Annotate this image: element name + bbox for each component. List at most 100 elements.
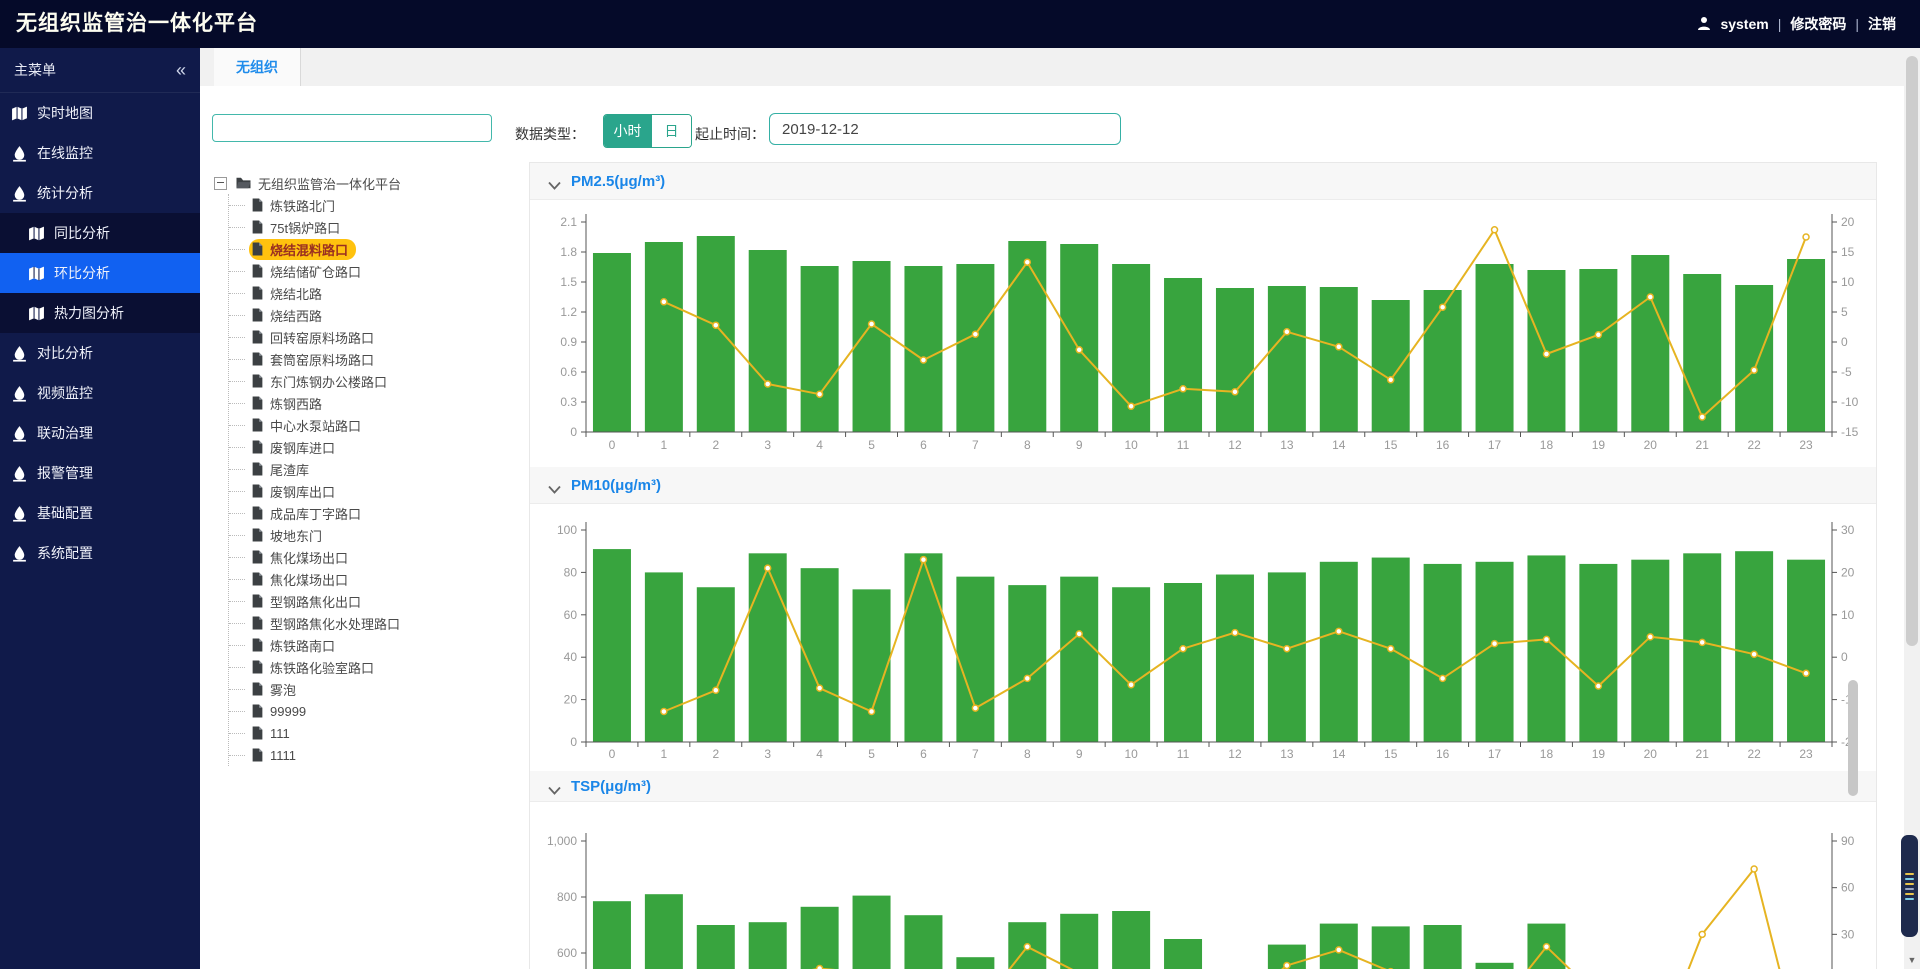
tree-node-22[interactable]: 雾泡 bbox=[229, 678, 501, 700]
sidebar-item-6[interactable]: 报警管理 bbox=[0, 453, 200, 493]
sidebar-item-label: 联动治理 bbox=[37, 423, 93, 443]
file-icon bbox=[251, 264, 264, 278]
window-scrollbar-thumb[interactable] bbox=[1906, 56, 1918, 646]
collapse-sidebar-icon[interactable]: « bbox=[176, 48, 186, 92]
tree-root-node[interactable]: 无组织监管治一体化平台 bbox=[214, 172, 501, 194]
sidebar-item-7[interactable]: 基础配置 bbox=[0, 493, 200, 533]
tree-node-13[interactable]: 废钢库出口 bbox=[229, 480, 501, 502]
tree-panel: 无组织监管治一体化平台炼铁路北门75t锅炉路口烧结混料路口烧结储矿仓路口烧结北路… bbox=[200, 86, 505, 969]
chart-header-1[interactable]: PM10(μg/m³) bbox=[530, 467, 1876, 504]
sidebar-item-2[interactable]: 统计分析 bbox=[0, 173, 200, 213]
line-marker bbox=[1388, 646, 1394, 652]
x-tick-label: 9 bbox=[1076, 438, 1083, 452]
bar bbox=[645, 894, 683, 969]
bar bbox=[1787, 560, 1825, 742]
window-scrollbar-track[interactable] bbox=[1904, 48, 1920, 969]
scrollbar-down-arrow[interactable]: ▼ bbox=[1904, 953, 1920, 967]
tree-node-20[interactable]: 炼铁路南口 bbox=[229, 634, 501, 656]
x-tick-label: 22 bbox=[1747, 747, 1761, 761]
tree-node-6[interactable]: 回转窑原料场路口 bbox=[229, 326, 501, 348]
content-scrollbar-thumb[interactable] bbox=[1848, 680, 1858, 796]
hour-toggle-button[interactable]: 小时 bbox=[604, 115, 651, 147]
tree-node-16[interactable]: 焦化煤场出口 bbox=[229, 546, 501, 568]
sidebar-subitem-2-0[interactable]: 同比分析 bbox=[0, 213, 200, 253]
tree-node-1[interactable]: 75t锅炉路口 bbox=[229, 216, 501, 238]
tree-node-17[interactable]: 焦化煤场出口 bbox=[229, 568, 501, 590]
sidebar-subitem-2-2[interactable]: 热力图分析 bbox=[0, 293, 200, 333]
tree-node-14[interactable]: 成品库丁字路口 bbox=[229, 502, 501, 524]
chart-header-0[interactable]: PM2.5(μg/m³) bbox=[530, 163, 1876, 200]
sidebar: 主菜单 « 实时地图在线监控统计分析同比分析环比分析热力图分析对比分析视频监控联… bbox=[0, 48, 200, 969]
day-toggle-button[interactable]: 日 bbox=[651, 115, 691, 147]
tab-wuzuzhi[interactable]: 无组织 bbox=[214, 48, 301, 86]
file-icon bbox=[251, 704, 264, 718]
change-password-link[interactable]: 修改密码 bbox=[1790, 14, 1846, 34]
x-tick-label: 10 bbox=[1124, 747, 1138, 761]
file-icon bbox=[251, 572, 264, 586]
bar bbox=[1060, 914, 1098, 969]
tree-node-5[interactable]: 烧结西路 bbox=[229, 304, 501, 326]
svg-text:2.1: 2.1 bbox=[560, 215, 577, 229]
floating-scroll-widget[interactable] bbox=[1901, 835, 1918, 937]
tree-node-24[interactable]: 111 bbox=[229, 722, 501, 744]
x-tick-label: 6 bbox=[920, 438, 927, 452]
tree-node-3[interactable]: 烧结储矿仓路口 bbox=[229, 260, 501, 282]
tree-node-10[interactable]: 中心水泵站路口 bbox=[229, 414, 501, 436]
tree-node-8[interactable]: 东门炼钢办公楼路口 bbox=[229, 370, 501, 392]
line-marker bbox=[1543, 944, 1549, 950]
tree-collapse-icon[interactable] bbox=[214, 177, 227, 190]
tree-node-18[interactable]: 型钢路焦化出口 bbox=[229, 590, 501, 612]
tree-node-23[interactable]: 99999 bbox=[229, 700, 501, 722]
chevron-down-icon bbox=[548, 177, 561, 186]
date-range-input[interactable] bbox=[769, 113, 1121, 145]
file-icon bbox=[251, 286, 264, 300]
line-marker bbox=[1595, 332, 1601, 338]
line-marker bbox=[817, 966, 823, 969]
line-marker bbox=[1336, 628, 1342, 634]
tree-node-25[interactable]: 1111 bbox=[229, 744, 501, 766]
line-marker bbox=[817, 391, 823, 397]
sidebar-item-0[interactable]: 实时地图 bbox=[0, 93, 200, 133]
tree-node-12[interactable]: 尾渣库 bbox=[229, 458, 501, 480]
file-icon bbox=[251, 682, 264, 696]
sidebar-item-label: 视频监控 bbox=[37, 383, 93, 403]
tree-node-7[interactable]: 套筒窑原料场路口 bbox=[229, 348, 501, 370]
tree-node-4[interactable]: 烧结北路 bbox=[229, 282, 501, 304]
svg-text:1,000: 1,000 bbox=[547, 834, 577, 848]
tree-node-2[interactable]: 烧结混料路口 bbox=[229, 238, 501, 260]
file-icon bbox=[251, 396, 264, 410]
sidebar-item-3[interactable]: 对比分析 bbox=[0, 333, 200, 373]
x-tick-label: 1 bbox=[661, 438, 668, 452]
line-marker bbox=[817, 685, 823, 691]
x-tick-label: 11 bbox=[1177, 747, 1190, 761]
x-tick-label: 4 bbox=[816, 438, 823, 452]
username[interactable]: system bbox=[1720, 16, 1768, 32]
tree-search-input[interactable] bbox=[212, 114, 492, 142]
sidebar-item-5[interactable]: 联动治理 bbox=[0, 413, 200, 453]
line-marker bbox=[1284, 962, 1290, 968]
file-icon bbox=[251, 682, 264, 696]
tree-node-9[interactable]: 炼钢西路 bbox=[229, 392, 501, 414]
tree-node-19[interactable]: 型钢路焦化水处理路口 bbox=[229, 612, 501, 634]
sidebar-item-4[interactable]: 视频监控 bbox=[0, 373, 200, 413]
chart-header-2[interactable]: TSP(μg/m³) bbox=[530, 771, 1876, 802]
x-tick-label: 12 bbox=[1228, 747, 1242, 761]
bar bbox=[1060, 244, 1098, 432]
tree-node-15[interactable]: 坡地东门 bbox=[229, 524, 501, 546]
tree-node-0[interactable]: 炼铁路北门 bbox=[229, 194, 501, 216]
tree-node-21[interactable]: 炼铁路化验室路口 bbox=[229, 656, 501, 678]
line-marker bbox=[1388, 377, 1394, 383]
tree-node-label: 焦化煤场出口 bbox=[270, 570, 348, 589]
sidebar-item-1[interactable]: 在线监控 bbox=[0, 133, 200, 173]
tree-node-11[interactable]: 废钢库进口 bbox=[229, 436, 501, 458]
file-icon bbox=[251, 418, 264, 432]
file-icon bbox=[251, 616, 264, 630]
chart-toolbar: 数据类型： 小时 日 起止时间： bbox=[505, 86, 1920, 156]
logout-link[interactable]: 注销 bbox=[1868, 14, 1896, 34]
sidebar-subitem-2-1[interactable]: 环比分析 bbox=[0, 253, 200, 293]
drop-icon bbox=[11, 185, 28, 202]
tree-node-label: 东门炼钢办公楼路口 bbox=[270, 372, 387, 391]
x-tick-label: 15 bbox=[1384, 747, 1398, 761]
sidebar-item-8[interactable]: 系统配置 bbox=[0, 533, 200, 573]
bar bbox=[593, 253, 631, 432]
